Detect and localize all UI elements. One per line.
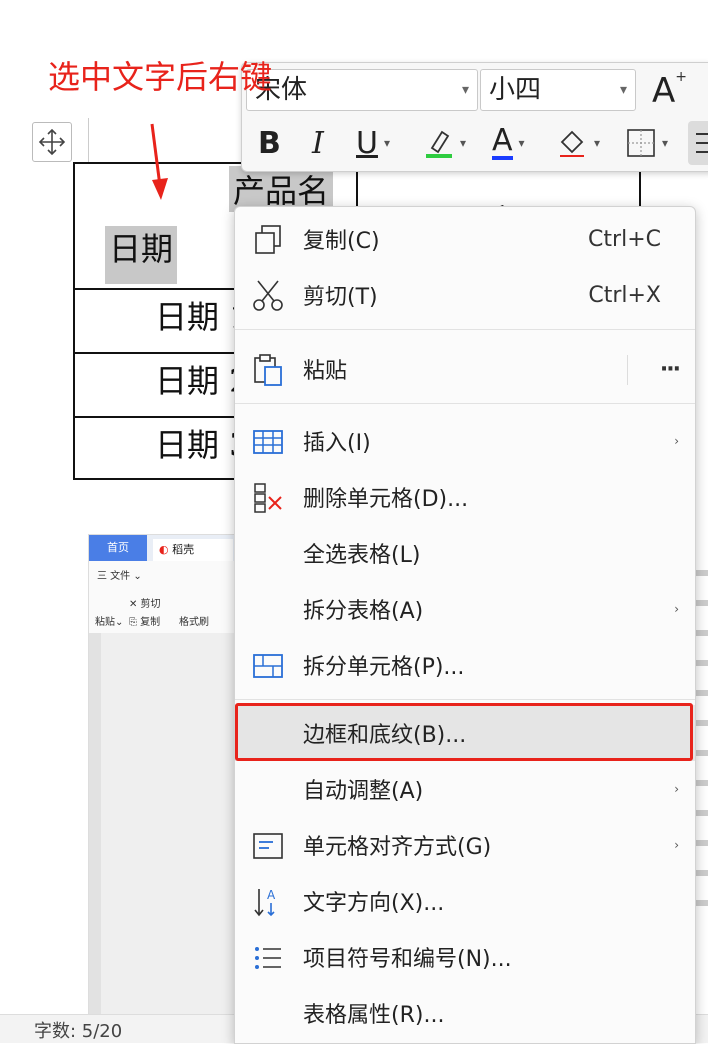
svg-text:A: A — [267, 888, 276, 902]
grow-font-button[interactable]: A + — [652, 69, 687, 111]
menu-item-label: 项目符号和编号(N)... — [303, 947, 512, 972]
font-color-button[interactable]: A ▾ — [492, 123, 525, 163]
chevron-down-icon: ▾ — [461, 82, 469, 98]
table-border-left — [73, 162, 75, 480]
move-arrows-icon — [38, 128, 66, 156]
scissors-icon — [253, 280, 283, 311]
menu-item-shortcut: Ctrl+X — [588, 282, 661, 308]
bg-tab-docer: ◐ 稻壳 — [153, 539, 233, 561]
chevron-right-icon: › — [674, 838, 679, 852]
shading-button[interactable]: ▾ — [556, 123, 600, 163]
paste-icon — [254, 354, 282, 386]
menu-item-label: 粘贴 — [303, 359, 348, 384]
context-menu: 复制(C) Ctrl+C 剪切(T) Ctrl+X 粘贴 ··· 插入(I) › — [234, 206, 696, 1044]
chevron-right-icon: › — [674, 434, 679, 448]
menu-item-table-properties[interactable]: 表格属性(R)... — [235, 985, 695, 1041]
italic-glyph: I — [312, 125, 324, 161]
menu-item-delete-cells[interactable]: 删除单元格(D)... — [235, 469, 695, 525]
bg-tab-home: 首页 — [89, 535, 147, 561]
menu-item-text-direction[interactable]: A 文字方向(X)... — [235, 873, 695, 929]
align-button[interactable] — [688, 121, 708, 165]
bg-file-menu: 三 文件 ⌄ — [97, 571, 142, 582]
background-app-screenshot: 首页 ◐ 稻壳 三 文件 ⌄ ✕ 剪切 ⎘ 复制 格式刷 粘贴⌄ — [88, 534, 240, 1016]
chevron-down-icon: ▾ — [383, 136, 390, 150]
chevron-down-icon: ▾ — [594, 136, 601, 150]
menu-item-split-cells[interactable]: 拆分单元格(P)... — [235, 637, 695, 693]
underline-glyph: U — [356, 125, 378, 161]
cell-align-icon — [253, 833, 283, 859]
paint-bucket-icon — [560, 130, 584, 157]
annotation-label: 选中文字后右键 — [48, 58, 273, 96]
bold-button[interactable]: B — [258, 123, 281, 163]
annotation-arrow-icon — [150, 123, 168, 200]
menu-item-insert[interactable]: 插入(I) › — [235, 413, 695, 469]
bg-tabs: 首页 ◐ 稻壳 — [89, 535, 239, 561]
menu-item-label: 全选表格(L) — [303, 543, 421, 568]
chevron-down-icon: ▾ — [460, 136, 467, 150]
menu-item-copy[interactable]: 复制(C) Ctrl+C — [235, 211, 695, 267]
menu-item-paste[interactable]: 粘贴 ··· — [235, 341, 695, 397]
menu-separator — [235, 403, 695, 404]
table-borders-icon — [627, 129, 655, 157]
font-size-value: 小四 — [489, 75, 542, 105]
header-date[interactable]: 日期 — [105, 226, 178, 284]
delete-cells-icon — [254, 483, 282, 513]
menu-item-label: 插入(I) — [303, 431, 371, 456]
menu-item-label: 文字方向(X)... — [303, 891, 445, 916]
chevron-down-icon: ▾ — [518, 136, 525, 150]
menu-item-label: 单元格对齐方式(G) — [303, 835, 492, 860]
menu-item-label: 表格属性(R)... — [303, 1003, 445, 1028]
menu-item-cell-alignment[interactable]: 单元格对齐方式(G) › — [235, 817, 695, 873]
bg-paste: 粘贴⌄ — [95, 617, 124, 628]
menu-item-label: 拆分表格(A) — [303, 599, 424, 624]
bg-ruler — [89, 633, 101, 1015]
copy-icon — [255, 225, 281, 254]
more-options-icon[interactable]: ··· — [660, 357, 681, 382]
font-size-select[interactable]: 小四 ▾ — [480, 69, 636, 111]
menu-item-label: 拆分单元格(P)... — [303, 655, 465, 680]
font-name-select[interactable]: 宋体 ▾ — [246, 69, 478, 111]
text-direction-icon: A — [254, 888, 276, 917]
menu-item-autofit[interactable]: 自动调整(A) › — [235, 761, 695, 817]
chevron-down-icon: ▾ — [619, 82, 627, 98]
chevron-right-icon: › — [674, 782, 679, 796]
bg-copy: ⎘ 复制 — [129, 617, 161, 628]
bg-format-painter: 格式刷 — [179, 617, 209, 628]
menu-item-label: 复制(C) — [303, 229, 380, 254]
bullets-icon — [255, 947, 281, 969]
grow-font-glyph: A — [652, 71, 676, 111]
align-icon — [696, 133, 708, 153]
chevron-down-icon: ▾ — [662, 136, 669, 150]
insert-table-icon — [253, 430, 283, 454]
chevron-right-icon: › — [674, 602, 679, 616]
menu-item-label: 剪切(T) — [303, 285, 378, 310]
menu-item-label: 删除单元格(D)... — [303, 487, 469, 512]
font-color-glyph: A — [492, 123, 513, 160]
menu-separator — [235, 329, 695, 330]
borders-button[interactable]: ▾ — [626, 123, 668, 163]
table-move-handle[interactable] — [32, 122, 72, 162]
word-count: 字数: 5/20 — [34, 1021, 123, 1042]
highlight-button[interactable]: ▾ — [424, 123, 466, 163]
menu-item-shortcut: Ctrl+C — [588, 226, 661, 252]
highlighter-icon — [426, 130, 452, 158]
bold-glyph: B — [258, 125, 281, 161]
underline-button[interactable]: U ▾ — [356, 123, 390, 163]
bg-cut: ✕ 剪切 — [129, 599, 161, 610]
menu-item-bullets-numbering[interactable]: 项目符号和编号(N)... — [235, 929, 695, 985]
menu-item-label: 自动调整(A) — [303, 779, 424, 804]
bg-toolbar: 三 文件 ⌄ ✕ 剪切 ⎘ 复制 格式刷 粘贴⌄ — [89, 561, 239, 634]
menu-separator — [235, 699, 695, 700]
bg-canvas — [89, 633, 239, 1015]
ruler-divider — [88, 118, 89, 162]
highlight-annotation-box — [235, 703, 693, 761]
plus-icon: + — [675, 69, 687, 85]
split-cells-icon — [253, 654, 283, 678]
menu-item-select-table[interactable]: 全选表格(L) — [235, 525, 695, 581]
italic-button[interactable]: I — [312, 123, 324, 163]
menu-item-split-table[interactable]: 拆分表格(A) › — [235, 581, 695, 637]
menu-item-cut[interactable]: 剪切(T) Ctrl+X — [235, 267, 695, 323]
mini-format-toolbar: 宋体 ▾ 小四 ▾ A + B I U ▾ ▾ A ▾ ▾ ▾ — [241, 62, 708, 172]
menu-split-divider — [627, 355, 628, 385]
